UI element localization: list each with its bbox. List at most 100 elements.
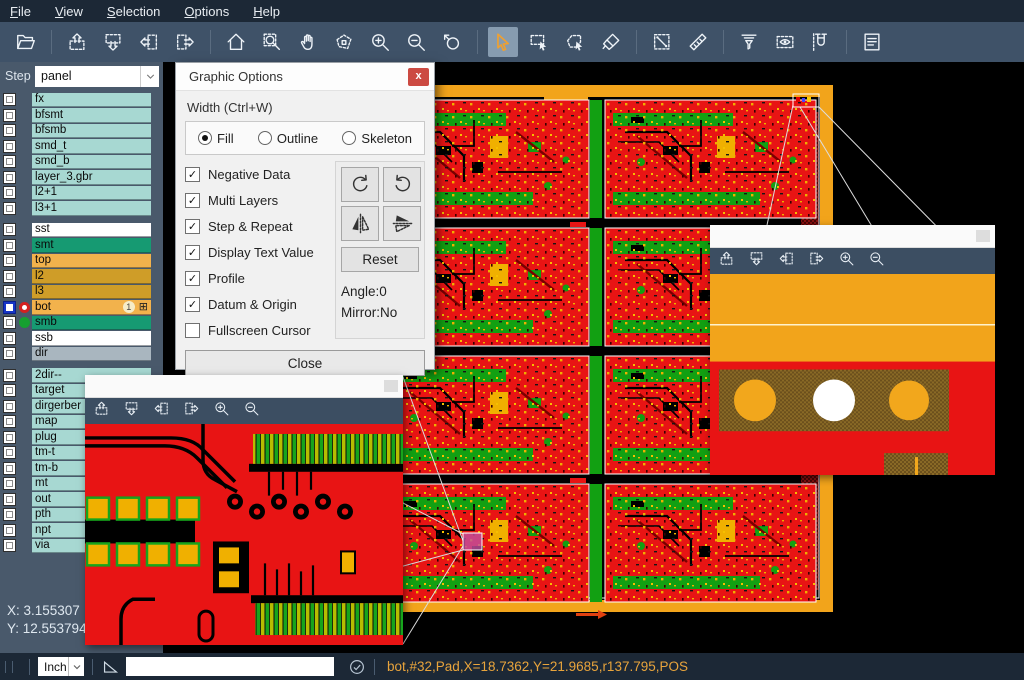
radio-button-icon[interactable] bbox=[198, 131, 212, 145]
layer-visibility-checkbox[interactable] bbox=[3, 171, 16, 184]
checkbox-icon[interactable]: ✓ bbox=[185, 271, 200, 286]
open-folder-button[interactable] bbox=[11, 27, 41, 57]
layer-visibility-checkbox[interactable] bbox=[3, 332, 16, 345]
layer-name[interactable]: smd_t bbox=[32, 139, 151, 154]
checkbox-icon[interactable]: ✓ bbox=[185, 245, 200, 260]
checkbox-icon[interactable]: ✓ bbox=[185, 219, 200, 234]
zoom-area-button[interactable] bbox=[329, 27, 359, 57]
layer-visibility-checkbox[interactable] bbox=[3, 124, 16, 137]
layer-visibility-checkbox[interactable] bbox=[3, 462, 16, 475]
command-input[interactable] bbox=[126, 657, 334, 676]
layer-visibility-checkbox[interactable] bbox=[3, 270, 16, 283]
radio-fill[interactable]: Fill bbox=[198, 131, 234, 146]
layer-name[interactable]: ssb bbox=[32, 331, 151, 346]
zoom-home-button[interactable] bbox=[221, 27, 251, 57]
layer-visibility-checkbox[interactable] bbox=[3, 285, 16, 298]
magnifier-1-view[interactable] bbox=[85, 424, 403, 645]
layer-visibility-checkbox[interactable] bbox=[3, 93, 16, 106]
exit-left-button[interactable] bbox=[778, 250, 795, 272]
layer-visibility-checkbox[interactable] bbox=[3, 384, 16, 397]
layer-visibility-checkbox[interactable] bbox=[3, 202, 16, 215]
layer-name[interactable]: dir bbox=[32, 347, 151, 362]
menu-file[interactable]: File bbox=[10, 4, 31, 19]
angle-mode-icon[interactable] bbox=[101, 657, 120, 676]
radio-button-icon[interactable] bbox=[342, 131, 356, 145]
radio-button-icon[interactable] bbox=[258, 131, 272, 145]
apply-check-icon[interactable] bbox=[348, 658, 366, 676]
layer-visibility-checkbox[interactable] bbox=[3, 316, 16, 329]
layer-visibility-checkbox[interactable] bbox=[3, 301, 16, 314]
layer-name[interactable]: fx bbox=[32, 93, 151, 108]
zoom-out-button[interactable] bbox=[401, 27, 431, 57]
dialog-titlebar[interactable]: Graphic Options x bbox=[176, 63, 434, 91]
magnifier-2-view[interactable] bbox=[710, 274, 995, 475]
checkbox-profile[interactable]: ✓Profile bbox=[185, 265, 335, 291]
dialog-close-button[interactable]: x bbox=[408, 68, 429, 86]
menu-help[interactable]: Help bbox=[253, 4, 280, 19]
layer-visibility-checkbox[interactable] bbox=[3, 369, 16, 382]
zoom-window-button[interactable] bbox=[257, 27, 287, 57]
exit-right-button[interactable] bbox=[170, 27, 200, 57]
step-select[interactable]: panel bbox=[35, 66, 159, 87]
import-top-button[interactable] bbox=[62, 27, 92, 57]
layer-name[interactable]: l2 bbox=[32, 269, 151, 284]
rotate-cw-button[interactable] bbox=[341, 167, 379, 202]
layer-name[interactable]: layer_3.gbr bbox=[32, 170, 151, 185]
layer-visibility-checkbox[interactable] bbox=[3, 239, 16, 252]
layer-visibility-checkbox[interactable] bbox=[3, 347, 16, 360]
filter-button[interactable] bbox=[734, 27, 764, 57]
layer-visibility-checkbox[interactable] bbox=[3, 477, 16, 490]
checkbox-icon[interactable] bbox=[185, 323, 200, 338]
zoom-in-button[interactable] bbox=[365, 27, 395, 57]
window-button-icon[interactable] bbox=[384, 380, 398, 392]
layer-name[interactable]: bot1⊞ bbox=[32, 300, 151, 315]
layer-visibility-checkbox[interactable] bbox=[3, 140, 16, 153]
menu-view[interactable]: View bbox=[55, 4, 83, 19]
view-options-button[interactable] bbox=[770, 27, 800, 57]
window-button-icon[interactable] bbox=[976, 230, 990, 242]
layer-visibility-checkbox[interactable] bbox=[3, 508, 16, 521]
chevron-down-icon[interactable] bbox=[140, 66, 159, 87]
radio-skeleton[interactable]: Skeleton bbox=[342, 131, 412, 146]
radio-outline[interactable]: Outline bbox=[258, 131, 318, 146]
menu-selection[interactable]: Selection bbox=[107, 4, 160, 19]
layer-name[interactable]: smt bbox=[32, 238, 151, 253]
magnifier-source-region-1[interactable] bbox=[463, 533, 482, 550]
unit-select[interactable]: Inch bbox=[38, 657, 84, 676]
zoom-out-button[interactable] bbox=[868, 250, 885, 272]
report-list-button[interactable] bbox=[857, 27, 887, 57]
layer-name[interactable]: smb bbox=[32, 316, 151, 331]
layer-visibility-checkbox[interactable] bbox=[3, 254, 16, 267]
exit-left-button[interactable] bbox=[153, 400, 170, 422]
exit-right-button[interactable] bbox=[183, 400, 200, 422]
import-top-button[interactable] bbox=[93, 400, 110, 422]
checkbox-step-repeat[interactable]: ✓Step & Repeat bbox=[185, 213, 335, 239]
measure-distance-button[interactable] bbox=[647, 27, 677, 57]
zoom-out-button[interactable] bbox=[243, 400, 260, 422]
import-bottom-button[interactable] bbox=[748, 250, 765, 272]
checkbox-display-text-value[interactable]: ✓Display Text Value bbox=[185, 239, 335, 265]
layer-name[interactable]: bfsmt bbox=[32, 108, 151, 123]
layer-visibility-checkbox[interactable] bbox=[3, 539, 16, 552]
snap-magnet-button[interactable] bbox=[806, 27, 836, 57]
checkbox-icon[interactable]: ✓ bbox=[185, 193, 200, 208]
layer-visibility-checkbox[interactable] bbox=[3, 223, 16, 236]
checkbox-icon[interactable]: ✓ bbox=[185, 167, 200, 182]
mirror-horizontal-button[interactable] bbox=[341, 206, 379, 241]
checkbox-fullscreen-cursor[interactable]: Fullscreen Cursor bbox=[185, 317, 335, 343]
layer-name[interactable]: l3+1 bbox=[32, 201, 151, 216]
layer-name[interactable]: top bbox=[32, 254, 151, 269]
magnifier-1-titlebar[interactable] bbox=[85, 375, 403, 398]
rotate-ccw-button[interactable] bbox=[383, 167, 421, 202]
red-indicator-icon[interactable] bbox=[19, 302, 30, 313]
zoom-in-button[interactable] bbox=[838, 250, 855, 272]
magnifier-2-titlebar[interactable] bbox=[710, 225, 995, 248]
close-button[interactable]: Close bbox=[185, 350, 425, 376]
layer-visibility-checkbox[interactable] bbox=[3, 524, 16, 537]
layer-visibility-checkbox[interactable] bbox=[3, 493, 16, 506]
menu-options[interactable]: Options bbox=[184, 4, 229, 19]
green-indicator-icon[interactable] bbox=[19, 317, 30, 328]
chevron-down-icon[interactable] bbox=[68, 657, 84, 676]
layer-visibility-checkbox[interactable] bbox=[3, 400, 16, 413]
layer-name[interactable]: l2+1 bbox=[32, 186, 151, 201]
